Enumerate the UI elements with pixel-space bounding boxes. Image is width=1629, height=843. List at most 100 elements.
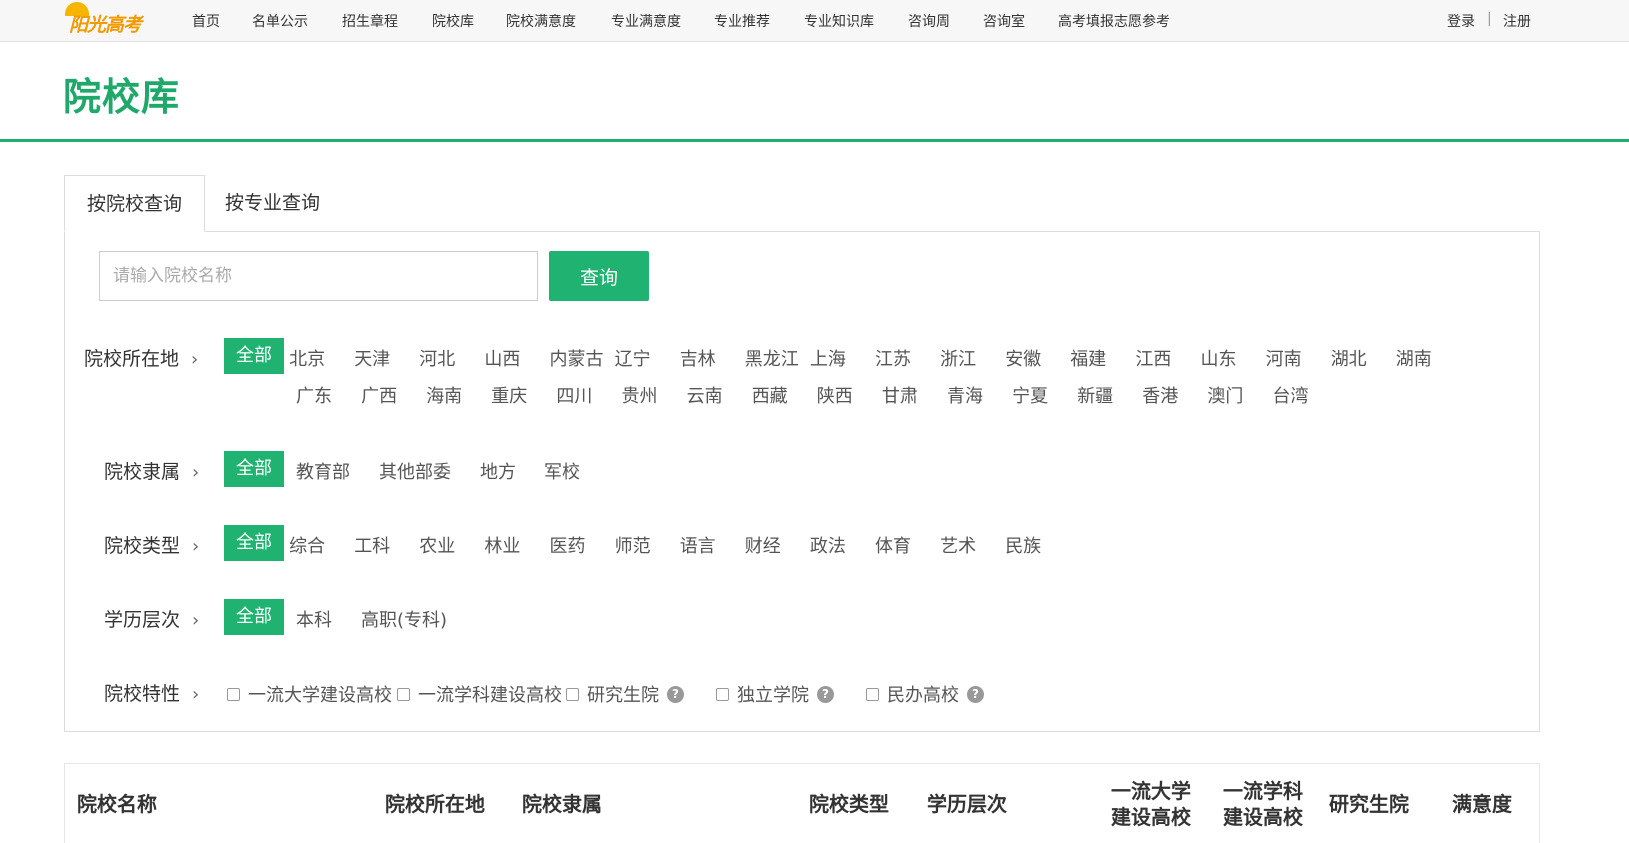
type-option[interactable]: 政法 xyxy=(810,532,846,558)
location-option[interactable]: 黑龙江 xyxy=(745,345,799,371)
location-option[interactable]: 天津 xyxy=(354,345,390,371)
location-option[interactable]: 河北 xyxy=(419,345,455,371)
location-option[interactable]: 云南 xyxy=(687,382,723,408)
register-link[interactable]: 注册 xyxy=(1503,11,1531,31)
location-option[interactable]: 吉林 xyxy=(680,345,716,371)
type-option[interactable]: 民族 xyxy=(1005,532,1041,558)
location-option[interactable]: 湖北 xyxy=(1331,345,1367,371)
nav-item-home[interactable]: 首页 xyxy=(192,11,220,31)
checkbox[interactable] xyxy=(397,687,410,701)
login-link[interactable]: 登录 xyxy=(1447,11,1475,31)
checkbox[interactable] xyxy=(227,687,240,701)
location-option[interactable]: 山西 xyxy=(484,345,520,371)
location-option[interactable]: 澳门 xyxy=(1207,382,1243,408)
level-filter-label-text: 学历层次 xyxy=(104,609,181,631)
location-option[interactable]: 台湾 xyxy=(1273,382,1309,408)
location-option[interactable]: 海南 xyxy=(426,382,462,408)
location-option[interactable]: 辽宁 xyxy=(615,345,651,371)
th-first-class-uni: 一流大学 建设高校 xyxy=(1111,778,1191,830)
checkbox[interactable] xyxy=(866,687,879,701)
type-option[interactable]: 语言 xyxy=(680,532,716,558)
nav-item-college-satisfaction[interactable]: 院校满意度 xyxy=(506,11,576,31)
type-option[interactable]: 农业 xyxy=(419,532,455,558)
affiliation-option[interactable]: 教育部 xyxy=(296,458,350,484)
feature-label: 研究生院 xyxy=(587,685,659,706)
location-option[interactable]: 新疆 xyxy=(1077,382,1113,408)
nav-item-list-public[interactable]: 名单公示 xyxy=(252,11,308,31)
level-option[interactable]: 本科 xyxy=(296,606,332,632)
location-option[interactable]: 贵州 xyxy=(622,382,658,408)
location-option[interactable]: 安徽 xyxy=(1005,345,1041,371)
location-option[interactable]: 青海 xyxy=(947,382,983,408)
feature-grad-school[interactable]: 研究生院? xyxy=(566,681,684,707)
nav-item-consult-room[interactable]: 咨询室 xyxy=(983,11,1025,31)
site-logo[interactable]: 阳光高考 xyxy=(63,2,153,38)
location-option[interactable]: 河南 xyxy=(1266,345,1302,371)
location-option[interactable]: 江西 xyxy=(1135,345,1171,371)
affiliation-option[interactable]: 军校 xyxy=(544,458,580,484)
location-option[interactable]: 重庆 xyxy=(491,382,527,408)
type-option[interactable]: 体育 xyxy=(875,532,911,558)
location-option[interactable]: 北京 xyxy=(289,345,325,371)
feature-independent-college[interactable]: 独立学院? xyxy=(716,681,834,707)
nav-item-volunteer-ref[interactable]: 高考填报志愿参考 xyxy=(1058,11,1170,31)
th-satisfaction: 满意度 xyxy=(1452,792,1512,816)
type-option[interactable]: 工科 xyxy=(354,532,390,558)
location-option[interactable]: 香港 xyxy=(1142,382,1178,408)
location-option[interactable]: 浙江 xyxy=(940,345,976,371)
type-option[interactable]: 艺术 xyxy=(940,532,976,558)
location-option[interactable]: 四川 xyxy=(556,382,592,408)
th-type: 院校类型 xyxy=(809,792,889,816)
location-option[interactable]: 广东 xyxy=(296,382,332,408)
search-button[interactable]: 查询 xyxy=(549,251,649,301)
type-option[interactable]: 综合 xyxy=(289,532,325,558)
location-option[interactable]: 福建 xyxy=(1070,345,1106,371)
affiliation-option[interactable]: 地方 xyxy=(480,458,516,484)
nav-item-admission-rules[interactable]: 招生章程 xyxy=(342,11,398,31)
nav-item-major-recommend[interactable]: 专业推荐 xyxy=(714,11,770,31)
location-option[interactable]: 甘肃 xyxy=(882,382,918,408)
level-option[interactable]: 全部 xyxy=(224,599,284,635)
location-option[interactable]: 宁夏 xyxy=(1012,382,1048,408)
location-option[interactable]: 上海 xyxy=(810,345,846,371)
type-option[interactable]: 林业 xyxy=(484,532,520,558)
location-option[interactable]: 内蒙古 xyxy=(550,345,604,371)
type-option[interactable]: 全部 xyxy=(224,525,284,561)
nav-item-major-satisfaction[interactable]: 专业满意度 xyxy=(611,11,681,31)
nav-item-consult-week[interactable]: 咨询周 xyxy=(908,11,950,31)
location-option[interactable]: 广西 xyxy=(361,382,397,408)
location-option[interactable]: 全部 xyxy=(224,338,284,374)
affiliation-option[interactable]: 其他部委 xyxy=(379,458,451,484)
location-option[interactable]: 陕西 xyxy=(817,382,853,408)
location-option[interactable]: 西藏 xyxy=(752,382,788,408)
tab-by-major[interactable]: 按专业查询 xyxy=(205,175,340,232)
feature-first-class-discipline[interactable]: 一流学科建设高校 xyxy=(397,681,562,707)
feature-first-class-uni[interactable]: 一流大学建设高校 xyxy=(227,681,392,707)
feature-private-college[interactable]: 民办高校? xyxy=(866,681,984,707)
top-nav-bar: 阳光高考 首页 名单公示 招生章程 院校库 院校满意度 专业满意度 专业推荐 专… xyxy=(0,0,1629,42)
location-option[interactable]: 山东 xyxy=(1201,345,1237,371)
type-option[interactable]: 财经 xyxy=(745,532,781,558)
type-option[interactable]: 师范 xyxy=(615,532,651,558)
college-search-input[interactable] xyxy=(99,251,538,301)
level-option[interactable]: 高职(专科) xyxy=(361,606,447,632)
help-icon[interactable]: ? xyxy=(967,685,984,703)
feature-label: 民办高校 xyxy=(887,685,959,706)
th-level: 学历层次 xyxy=(927,792,1007,816)
tab-by-college[interactable]: 按院校查询 xyxy=(64,175,205,232)
th-location: 院校所在地 xyxy=(385,792,485,816)
checkbox[interactable] xyxy=(566,687,579,701)
chevron-right-icon: › xyxy=(192,536,200,557)
location-option[interactable]: 江苏 xyxy=(875,345,911,371)
th-first-class-uni-line2: 建设高校 xyxy=(1111,805,1191,829)
type-option[interactable]: 医药 xyxy=(550,532,586,558)
location-option[interactable]: 湖南 xyxy=(1396,345,1432,371)
nav-item-major-knowledge[interactable]: 专业知识库 xyxy=(804,11,874,31)
feature-label: 一流学科建设高校 xyxy=(418,685,562,706)
checkbox[interactable] xyxy=(716,687,729,701)
help-icon[interactable]: ? xyxy=(667,685,684,703)
help-icon[interactable]: ? xyxy=(817,685,834,703)
affiliation-option[interactable]: 全部 xyxy=(224,451,284,487)
results-table xyxy=(64,763,1540,843)
nav-item-college-db[interactable]: 院校库 xyxy=(432,11,474,31)
